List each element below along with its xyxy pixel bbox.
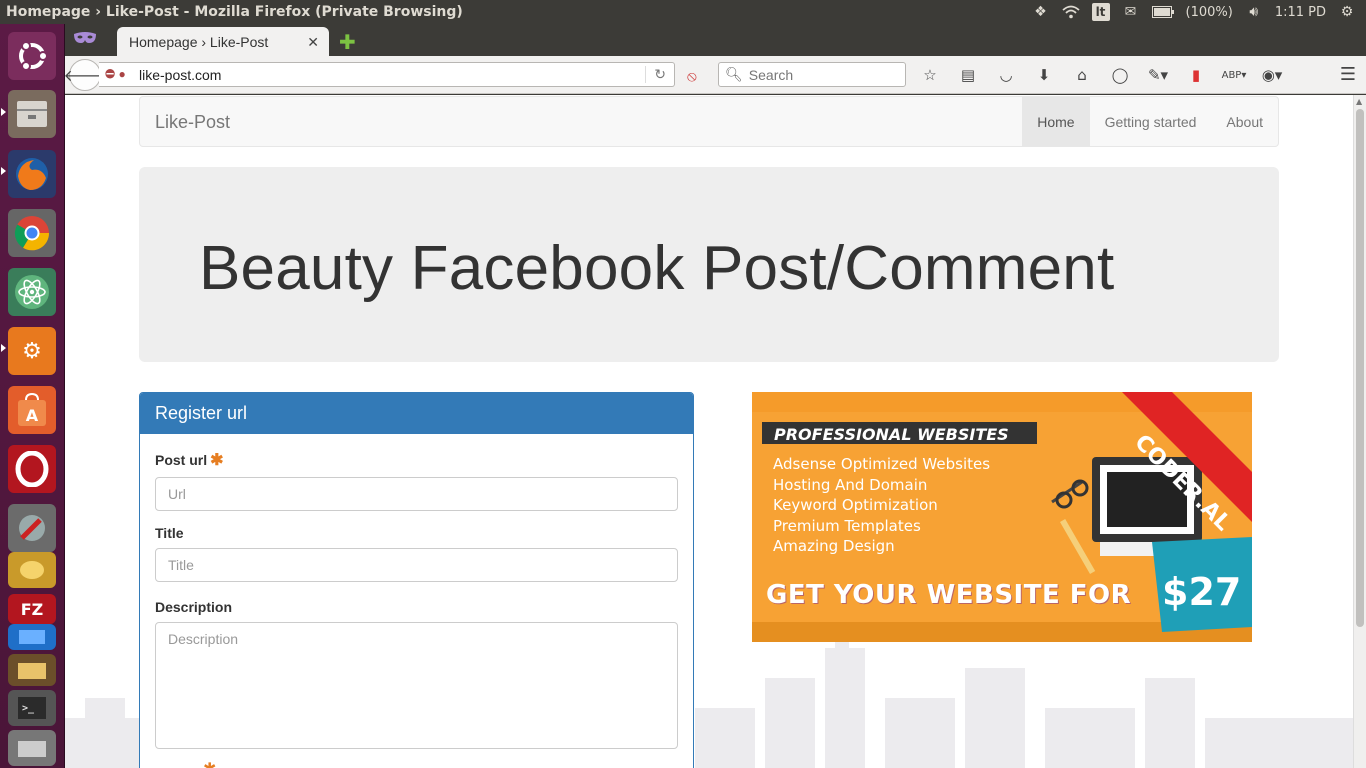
atom-editor-icon[interactable] — [8, 268, 56, 316]
ad-feature: Adsense Optimized Websites — [773, 455, 991, 473]
nav-home[interactable]: Home — [1022, 97, 1090, 147]
panel-heading: Register url — [140, 393, 693, 434]
description-textarea[interactable]: Description — [155, 622, 678, 749]
required-asterisk-icon: ✱ — [210, 452, 224, 469]
app-icon[interactable] — [8, 624, 56, 650]
post-url-group: Post url ✱ Url — [155, 450, 678, 511]
description-group: Description Description — [155, 599, 678, 749]
site-brand[interactable]: Like-Post — [155, 112, 230, 133]
app-icon[interactable] — [8, 552, 56, 588]
volume-icon[interactable]: 🔊︎ — [1245, 3, 1263, 21]
opera-icon[interactable] — [8, 445, 56, 493]
extension-icon[interactable]: ✎▾ — [1145, 64, 1171, 86]
clock[interactable]: 1:11 PD — [1275, 5, 1326, 20]
site-identity-icon[interactable]: ⛔︎ ● — [105, 67, 139, 82]
page-scrollbar[interactable]: ▲ — [1353, 95, 1366, 768]
running-indicator — [1, 108, 6, 116]
software-center-icon[interactable]: A — [8, 386, 56, 434]
system-tray: ❖ lt ✉ (100%) 🔊︎ 1:11 PD ⚙ — [1032, 3, 1366, 21]
ad-feature: Amazing Design — [773, 537, 895, 555]
scrollbar-thumb[interactable] — [1356, 109, 1364, 627]
svg-text:A: A — [26, 406, 39, 425]
site-nav-links: Home Getting started About — [1022, 97, 1278, 147]
page-viewport: Like-Post Home Getting started About Bea… — [65, 95, 1353, 768]
gear-icon[interactable]: ⚙ — [1338, 3, 1356, 21]
toolbar-icons: ☆ ▤ ◡ ⬇ ⌂ ◯ ✎▾ ▮ ABP▾ ◉▾ — [917, 64, 1285, 86]
app-icon[interactable] — [8, 654, 56, 686]
keyboard-layout-indicator[interactable]: lt — [1091, 3, 1110, 21]
scroll-up-icon[interactable]: ▲ — [1356, 97, 1362, 106]
battery-percentage: (100%) — [1185, 4, 1233, 20]
post-url-label: Post url ✱ — [155, 452, 224, 469]
app-icon[interactable] — [8, 730, 56, 766]
url-bar[interactable]: ⛔︎ ● like-post.com ↻ — [99, 62, 675, 87]
reload-icon[interactable]: ↻ — [645, 66, 666, 83]
bookmark-star-icon[interactable]: ☆ — [917, 64, 943, 86]
title-label: Title — [155, 525, 184, 541]
search-placeholder: Search — [748, 66, 794, 83]
post-url-input[interactable]: Url — [155, 477, 678, 511]
window-title: Homepage › Like-Post - Mozilla Firefox (… — [6, 4, 463, 20]
adblock-icon[interactable]: ABP▾ — [1221, 64, 1247, 86]
ubuntu-dash-icon[interactable] — [8, 32, 56, 80]
nav-about[interactable]: About — [1211, 97, 1278, 147]
required-asterisk-icon: ✱ — [203, 761, 216, 768]
title-group: Title Title — [155, 525, 678, 582]
running-indicator — [1, 167, 6, 175]
search-icon: 🔍︎ — [725, 66, 743, 82]
next-field-group: ✱ — [155, 759, 678, 768]
hero-jumbotron: Beauty Facebook Post/Comment — [139, 167, 1279, 362]
site-navbar: Like-Post Home Getting started About — [139, 96, 1279, 147]
ad-cta: GET YOUR WEBSITE FOR — [766, 580, 1132, 610]
back-button[interactable]: 🡐 — [64, 59, 106, 91]
ad-feature: Keyword Optimization — [773, 496, 938, 514]
navigation-toolbar: 🡐 ⛔︎ ● like-post.com ↻ ⦸ 🔍︎ Search ☆ ▤ ◡… — [64, 56, 1366, 94]
advertisement-banner[interactable]: PROFESSIONAL WEBSITES Adsense Optimized … — [752, 392, 1252, 642]
ad-price: $27 — [1162, 570, 1242, 614]
extension-red-icon[interactable]: ▮ — [1183, 64, 1209, 86]
url-text[interactable]: like-post.com — [139, 67, 221, 83]
system-settings-icon[interactable]: ⚙ — [8, 327, 56, 375]
tools-icon[interactable] — [8, 504, 56, 552]
close-icon[interactable]: ✕ — [307, 34, 319, 51]
terminal-icon[interactable]: >_ — [8, 690, 56, 726]
running-indicator — [1, 344, 6, 352]
tab-title: Homepage › Like-Post — [129, 34, 269, 50]
tab-active[interactable]: Homepage › Like-Post ✕ — [117, 27, 329, 57]
ad-feature-list: Adsense Optimized Websites Hosting And D… — [773, 454, 990, 557]
globe-extension-icon[interactable]: ◉▾ — [1259, 64, 1285, 86]
home-icon[interactable]: ⌂ — [1069, 64, 1095, 86]
firefox-icon[interactable] — [8, 150, 56, 198]
filezilla-icon[interactable]: FZ — [8, 594, 56, 624]
files-icon[interactable] — [8, 90, 56, 138]
description-label: Description — [155, 599, 233, 615]
new-tab-plus-icon[interactable]: ✚ — [339, 30, 356, 54]
title-input[interactable]: Title — [155, 548, 678, 582]
private-browsing-mask-icon — [73, 30, 97, 48]
tab-strip: Homepage › Like-Post ✕ ✚ — [65, 24, 1366, 57]
nav-getting-started[interactable]: Getting started — [1090, 97, 1212, 147]
chat-bubble-icon[interactable]: ◯ — [1107, 64, 1133, 86]
register-url-panel: Register url Post url ✱ Url Title Title D… — [139, 392, 694, 768]
pocket-icon[interactable]: ◡ — [993, 64, 1019, 86]
ad-headline: PROFESSIONAL WEBSITES — [774, 425, 1009, 444]
dropbox-icon[interactable]: ❖ — [1032, 3, 1050, 21]
download-icon[interactable]: ⬇ — [1031, 64, 1057, 86]
top-panel: Homepage › Like-Post - Mozilla Firefox (… — [0, 0, 1366, 24]
reading-list-icon[interactable]: ▤ — [955, 64, 981, 86]
search-input[interactable]: 🔍︎ Search — [718, 62, 906, 87]
unity-launcher: ⚙ A FZ >_ — [0, 24, 65, 768]
ad-feature: Premium Templates — [773, 516, 921, 535]
battery-icon[interactable] — [1151, 3, 1174, 21]
svg-text:>_: >_ — [22, 703, 35, 714]
chrome-icon[interactable] — [8, 209, 56, 257]
mail-icon[interactable]: ✉ — [1122, 3, 1140, 21]
noscript-icon[interactable]: ⦸ — [687, 67, 697, 85]
menu-hamburger-icon[interactable]: ☰ — [1340, 64, 1356, 85]
ad-feature: Hosting And Domain — [773, 475, 928, 494]
wifi-icon[interactable] — [1061, 3, 1080, 21]
hero-title: Beauty Facebook Post/Comment — [199, 234, 1115, 303]
